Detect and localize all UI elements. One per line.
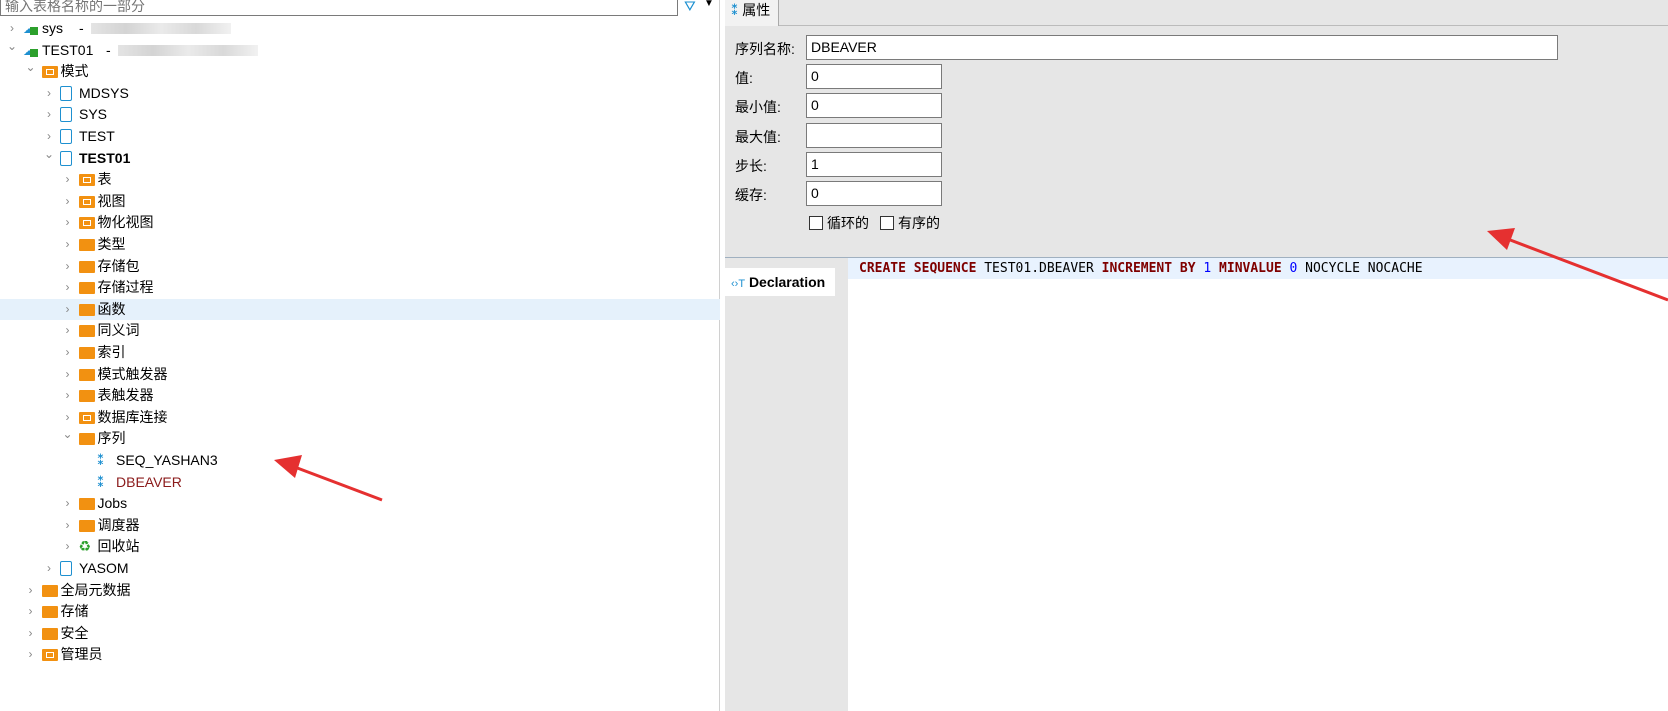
arrow-right	[1487, 228, 1668, 302]
annotation-arrows	[274, 228, 1668, 502]
arrow-left	[274, 455, 383, 502]
